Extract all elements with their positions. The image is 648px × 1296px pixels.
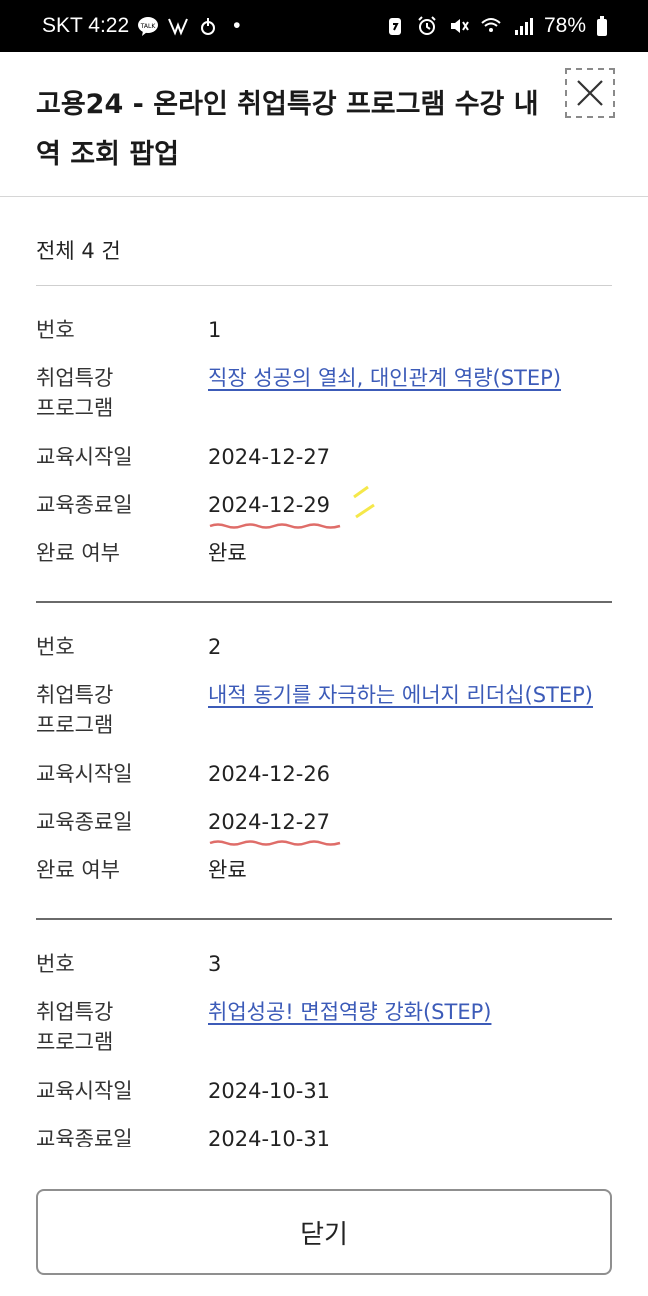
close-button[interactable]: 닫기 <box>36 1189 612 1275</box>
popup-title: 고용24 - 온라인 취업특강 프로그램 수강 내역 조회 팝업 <box>36 89 539 170</box>
program-link[interactable]: 취업성공! 면접역량 강화(STEP) <box>208 997 612 1027</box>
program-link[interactable]: 직장 성공의 열쇠, 대인관계 역량(STEP) <box>208 363 612 393</box>
value-start-date: 2024-12-26 <box>208 762 331 786</box>
record-divider <box>36 601 612 603</box>
label-completed: 완료 여부 <box>36 858 120 882</box>
total-count: 전체 4 건 <box>36 239 121 263</box>
carrier-time: SKT 4:22 <box>42 14 130 37</box>
alarm-icon <box>416 15 438 37</box>
record-divider <box>36 918 612 920</box>
label-program: 취업특강 프로그램 <box>36 1000 114 1054</box>
power-save-icon <box>197 15 219 37</box>
status-bar: SKT 4:22 TALK • 78% <box>0 0 648 52</box>
label-program: 취업특강 프로그램 <box>36 366 114 420</box>
red-underline-annotation <box>209 523 341 529</box>
status-dot: • <box>233 14 241 37</box>
talk-notification-icon: TALK <box>137 15 159 37</box>
status-bar-left: SKT 4:22 TALK • <box>42 14 241 38</box>
value-start-date: 2024-10-31 <box>208 1079 331 1103</box>
value-end-date: 2024-10-31 <box>208 1127 331 1147</box>
battery-icon <box>596 15 608 37</box>
value-completed: 완료 <box>208 541 247 565</box>
divider <box>36 285 612 286</box>
label-number: 번호 <box>36 318 75 342</box>
label-end-date: 교육종료일 <box>36 493 133 517</box>
svg-text:TALK: TALK <box>140 23 157 30</box>
label-start-date: 교육시작일 <box>36 445 133 469</box>
popup-header: 고용24 - 온라인 취업특강 프로그램 수강 내역 조회 팝업 <box>0 52 648 197</box>
close-icon <box>577 80 603 106</box>
value-completed: 완료 <box>208 858 247 882</box>
label-start-date: 교육시작일 <box>36 762 133 786</box>
mute-icon <box>448 15 470 37</box>
app-notification-icon <box>384 15 406 37</box>
vibrate-warning-icon <box>167 15 189 37</box>
close-icon-button[interactable] <box>565 68 615 118</box>
label-number: 번호 <box>36 635 75 659</box>
red-underline-annotation <box>209 840 341 846</box>
label-end-date: 교육종료일 <box>36 1127 133 1147</box>
value-number: 3 <box>208 952 222 976</box>
status-bar-right: 78% <box>384 14 608 38</box>
signal-icon <box>512 15 534 37</box>
value-start-date: 2024-12-27 <box>208 445 331 469</box>
wifi-icon <box>480 15 502 37</box>
value-end-date: 2024-12-27 <box>208 810 331 834</box>
value-number: 1 <box>208 318 222 342</box>
label-start-date: 교육시작일 <box>36 1079 133 1103</box>
label-end-date: 교육종료일 <box>36 810 133 834</box>
label-number: 번호 <box>36 952 75 976</box>
value-number: 2 <box>208 635 222 659</box>
battery-percent: 78% <box>543 14 586 37</box>
program-link[interactable]: 내적 동기를 자극하는 에너지 리더십(STEP) <box>208 680 612 710</box>
label-program: 취업특강 프로그램 <box>36 683 114 737</box>
yellow-mark-annotation <box>353 485 375 519</box>
value-end-date: 2024-12-29 <box>208 493 331 517</box>
label-completed: 완료 여부 <box>36 541 120 565</box>
popup-content[interactable]: 전체 4 건 번호 1 취업특강 프로그램 직장 성공의 열쇠, 대인관계 역량… <box>0 197 648 1147</box>
